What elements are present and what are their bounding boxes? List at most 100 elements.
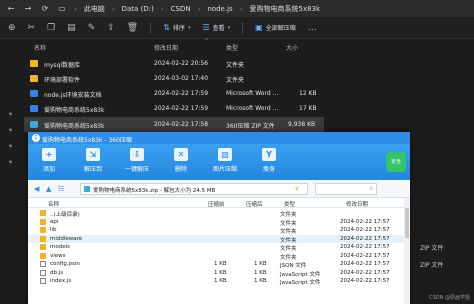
zip-row[interactable]: config.json 1 KB 1 KB JSON 文件 2024-02-22… xyxy=(28,260,410,269)
image-compress-label: 图片压缩 xyxy=(212,166,237,173)
zip-row[interactable]: index.js 1 KB 1 KB JavaScript 文件 2024-02… xyxy=(28,277,410,286)
extract-to-icon: ⇲ xyxy=(86,148,100,161)
column-type[interactable]: 类型 xyxy=(284,200,295,208)
file-row[interactable]: node.js环境安装文档 2024-02-22 17:59 Microsoft… xyxy=(24,86,324,101)
zip-row-compressed: 1 KB xyxy=(254,261,267,267)
zip-row-date: 2024-02-22 17:57 xyxy=(340,278,390,284)
file-size: 9,938 KB xyxy=(288,121,316,128)
type-label: ZIP 文件 xyxy=(420,262,444,269)
back-arrow-icon[interactable]: ◀ xyxy=(34,185,39,193)
zip-row-date: 2024-02-22 17:57 xyxy=(340,252,390,259)
breadcrumb-this-pc[interactable]: 此电脑 xyxy=(84,4,105,14)
chevron-down-icon: ▾ xyxy=(187,24,191,31)
extract-icon: ▣ xyxy=(255,23,263,32)
zip-window-titlebar[interactable]: Z 爱购物电商系统5x83k - 360压缩 xyxy=(28,132,410,144)
zip-row[interactable]: lib 文件夹 2024-02-22 17:57 xyxy=(28,226,410,235)
up-arrow-icon[interactable]: ▲ xyxy=(46,185,51,193)
json-file-icon xyxy=(40,261,46,267)
type-label: ZIP 文件 xyxy=(420,245,444,252)
sort-button[interactable]: ⇅ 排序 ▾ xyxy=(163,23,190,32)
zip-row[interactable]: models 文件夹 2024-02-22 17:57 xyxy=(28,243,410,252)
list-view-icon[interactable]: ☷ xyxy=(58,185,64,193)
column-date[interactable]: 修改日期 xyxy=(346,200,368,208)
add-button[interactable]: + 添加 xyxy=(34,148,64,173)
explorer-toolbar: ⊕ ✂ ❐ ▤ ✎ ⇪ 🗑 ⇅ 排序 ▾ ☰ 查看 ▾ ▣ 全部解压缩 … xyxy=(0,17,474,39)
column-packed[interactable]: 压缩前 xyxy=(208,200,225,208)
safe-badge[interactable]: 安全 xyxy=(386,152,406,172)
column-name[interactable]: 名称 xyxy=(34,43,46,52)
column-date[interactable]: 修改日期 xyxy=(154,43,178,52)
zip-row[interactable]: db.js 1 KB 1 KB JavaScript 文件 2024-02-22… xyxy=(28,269,410,278)
file-type: 文件夹 xyxy=(226,77,245,84)
watermark: CSDN @原画学姐 xyxy=(429,295,470,301)
breadcrumb-current[interactable]: 爱购物电商系统5x83k xyxy=(249,4,320,14)
column-type[interactable]: 类型 xyxy=(226,43,238,52)
file-row[interactable]: mysql数据库 2024-02-22 20:56 文件夹 xyxy=(24,56,324,71)
refresh-icon[interactable]: ⟳ xyxy=(40,4,50,13)
back-arrow-icon[interactable]: ← xyxy=(6,4,16,13)
breadcrumb-csdn[interactable]: CSDN xyxy=(171,5,191,13)
extract-to-button[interactable]: ⇲ 解压到 xyxy=(78,148,108,173)
column-name[interactable]: 名称 xyxy=(48,200,59,208)
monitor-icon: ▭ xyxy=(58,4,66,13)
breadcrumb-nodejs[interactable]: node.js xyxy=(207,5,232,13)
parent-folder-icon xyxy=(40,210,46,216)
zip-column-header: 名称 压缩前 压缩后 类型 修改日期 xyxy=(28,198,410,208)
file-name: 爱购物电商系统5x83k xyxy=(44,107,105,114)
cut-icon[interactable]: ✂ xyxy=(28,23,36,33)
breadcrumb-separator: › xyxy=(160,4,164,13)
scrollbar-thumb[interactable] xyxy=(405,208,409,238)
rename-icon[interactable]: ✎ xyxy=(88,23,96,33)
one-click-extract-button[interactable]: ⇩ 一键解压 xyxy=(122,148,152,173)
chevron-down-icon[interactable]: ∨ xyxy=(295,185,299,192)
zip-row-name: middleware xyxy=(50,235,83,242)
zip-row-date: 2024-02-22 17:57 xyxy=(340,227,390,233)
folder-icon xyxy=(40,244,46,250)
trash-icon: ✕ xyxy=(174,148,188,161)
column-size[interactable]: 大小 xyxy=(286,43,298,52)
zip-row-date: 2024-02-22 17:57 xyxy=(340,269,390,276)
zip-row-compressed: 1 KB xyxy=(254,269,267,276)
zip-row-name: api xyxy=(50,218,59,225)
paste-icon[interactable]: ▤ xyxy=(67,23,76,33)
image-compress-button[interactable]: ▧ 图片压缩 xyxy=(210,148,240,173)
zip-row-name: views xyxy=(50,252,66,259)
pin-icon[interactable]: ✦ xyxy=(8,143,13,150)
zip-row[interactable]: ..(上级目录) 文件夹 xyxy=(28,209,410,218)
word-icon xyxy=(30,90,38,97)
pin-icon[interactable]: ✦ xyxy=(8,111,13,118)
delete-icon[interactable]: 🗑 xyxy=(127,23,138,33)
share-icon[interactable]: ⇪ xyxy=(107,23,115,33)
zip-row-name: models xyxy=(50,244,70,250)
view-label: 查看 xyxy=(212,25,225,32)
more-icon[interactable]: … xyxy=(308,23,317,33)
zip-row-highlighted[interactable]: middleware 文件夹 2024-02-22 17:57 xyxy=(28,234,410,244)
zip-row[interactable]: api 文件夹 2024-02-22 17:57 xyxy=(28,218,410,227)
delete-button[interactable]: ✕ 删除 xyxy=(166,148,196,173)
zip-scrollbar[interactable] xyxy=(404,198,410,304)
file-row-selected[interactable]: 爱购物电商系统5x83k 2024-02-22 17:58 360压缩 ZIP … xyxy=(24,117,324,132)
add-label: 添加 xyxy=(42,166,55,173)
slim-button[interactable]: Y 瘦身 xyxy=(254,148,284,173)
zip-search-input[interactable]: ⌕ xyxy=(315,183,377,195)
forward-arrow-icon[interactable]: → xyxy=(23,4,33,13)
breadcrumb-drive[interactable]: Data (D:) xyxy=(122,5,154,13)
new-icon[interactable]: ⊕ xyxy=(8,23,16,33)
column-compressed[interactable]: 压缩后 xyxy=(246,200,263,208)
extract-all-button[interactable]: ▣ 全部解压缩 xyxy=(255,23,296,32)
copy-icon[interactable]: ❐ xyxy=(47,23,55,33)
pin-icon[interactable]: ✦ xyxy=(8,159,13,166)
js-file-icon xyxy=(40,269,46,276)
one-click-extract-icon: ⇩ xyxy=(130,148,144,161)
sort-icon: ⇅ xyxy=(163,23,170,32)
view-button[interactable]: ☰ 查看 ▾ xyxy=(202,23,230,32)
zip-window: Z 爱购物电商系统5x83k - 360压缩 + 添加 ⇲ 解压到 ⇩ 一键解压 ✕ 删… xyxy=(28,132,410,304)
zip-path-field[interactable]: 爱购物电商系统5x83k.zip - 解包大小为 24.5 MB ∨ xyxy=(80,183,308,195)
zip-row[interactable]: views 文件夹 2024-02-22 17:57 xyxy=(28,252,410,261)
image-icon: ▧ xyxy=(218,148,232,161)
file-date: 2024-03-02 17:40 xyxy=(154,75,209,82)
file-row[interactable]: 环境部署软件 2024-03-02 17:40 文件夹 xyxy=(24,71,324,86)
file-row[interactable]: 爱购物电商系统5x83k 2024-02-22 17:59 Microsoft … xyxy=(24,101,324,116)
pin-icon[interactable]: ✦ xyxy=(8,127,13,134)
breadcrumb-separator: › xyxy=(74,4,77,13)
